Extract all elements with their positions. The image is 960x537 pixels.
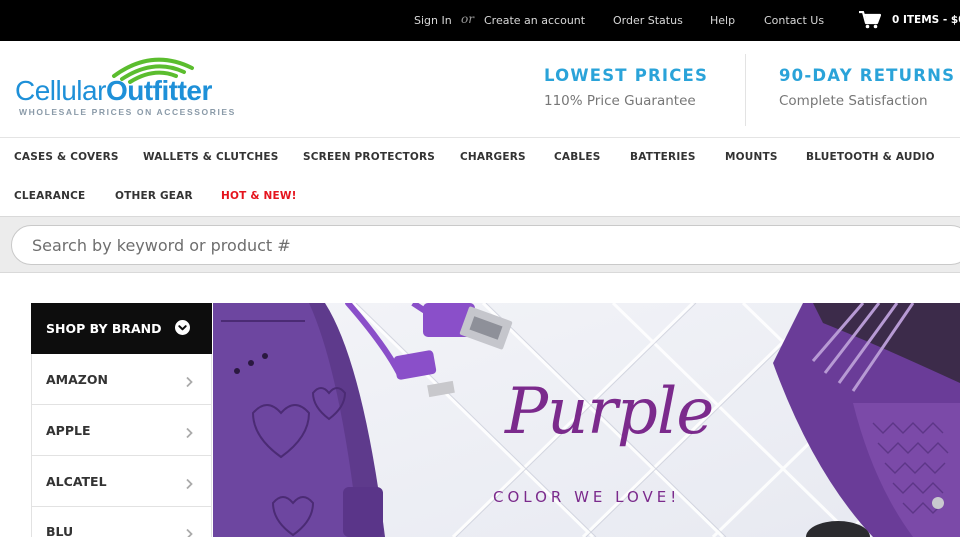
- nav-cases-covers[interactable]: CASES & COVERS: [14, 151, 119, 163]
- logo-tagline: WHOLESALE PRICES ON ACCESSORIES: [19, 107, 236, 117]
- search-box: [11, 225, 960, 265]
- top-utility-bar: Sign In or Create an account Order Statu…: [0, 0, 960, 41]
- chevron-right-icon: [184, 373, 194, 388]
- order-status-link[interactable]: Order Status: [613, 14, 683, 27]
- create-account-link[interactable]: Create an account: [484, 14, 585, 27]
- nav-screen-protectors[interactable]: SCREEN PROTECTORS: [303, 151, 435, 163]
- promo-subtitle: 110% Price Guarantee: [544, 93, 696, 109]
- promo-lowest-prices: LOWEST PRICES 110% Price Guarantee: [544, 66, 708, 109]
- site-logo[interactable]: CellularOutfitter WHOLESALE PRICES ON AC…: [14, 52, 249, 120]
- logo-word-cellular: Cellular: [15, 75, 106, 106]
- header-divider: [0, 137, 960, 138]
- nav-bluetooth-audio[interactable]: BLUETOOTH & AUDIO: [806, 151, 935, 163]
- brand-item-amazon[interactable]: AMAZON: [31, 354, 212, 405]
- nav-clearance[interactable]: CLEARANCE: [14, 190, 85, 202]
- promo-divider: [745, 54, 746, 126]
- promo-returns: 90-DAY RETURNS Complete Satisfaction: [779, 66, 955, 109]
- chevron-down-circle-icon: [175, 320, 190, 335]
- shop-by-brand-toggle[interactable]: SHOP BY BRAND: [31, 303, 212, 354]
- shop-by-brand-label: SHOP BY BRAND: [46, 321, 162, 336]
- banner-subline: COLOR WE LOVE!: [493, 488, 681, 506]
- search-bar-band: [0, 216, 960, 273]
- brand-item-blu[interactable]: BLU: [31, 507, 212, 537]
- help-link[interactable]: Help: [710, 14, 735, 27]
- nav-hot-new[interactable]: HOT & NEW!: [221, 190, 297, 202]
- banner-headline: Purple: [505, 375, 714, 449]
- chevron-right-icon: [184, 475, 194, 490]
- or-separator: or: [461, 12, 474, 26]
- nav-mounts[interactable]: MOUNTS: [725, 151, 778, 163]
- cart-summary[interactable]: 0 ITEMS - $0: [892, 14, 960, 26]
- logo-word-outfitter: Outfitter: [105, 75, 212, 106]
- chevron-right-icon: [184, 424, 194, 439]
- logo-wordmark: CellularOutfitter: [15, 76, 212, 106]
- shop-by-brand-menu: SHOP BY BRAND AMAZON APPLE ALCATEL BLU: [31, 303, 212, 537]
- brand-item-apple[interactable]: APPLE: [31, 405, 212, 456]
- promo-title: 90-DAY RETURNS: [779, 66, 956, 85]
- nav-batteries[interactable]: BATTERIES: [630, 151, 696, 163]
- shopping-cart-icon[interactable]: [859, 10, 882, 29]
- brand-item-label: AMAZON: [46, 372, 108, 387]
- hero-banner[interactable]: Purple COLOR WE LOVE!: [213, 303, 960, 537]
- brand-item-alcatel[interactable]: ALCATEL: [31, 456, 212, 507]
- nav-other-gear[interactable]: OTHER GEAR: [115, 190, 193, 202]
- nav-cables[interactable]: CABLES: [554, 151, 600, 163]
- brand-item-label: APPLE: [46, 423, 91, 438]
- search-input[interactable]: [32, 233, 932, 257]
- sign-in-link[interactable]: Sign In: [414, 14, 452, 27]
- chevron-right-icon: [184, 525, 194, 537]
- contact-us-link[interactable]: Contact Us: [764, 14, 824, 27]
- nav-wallets-clutches[interactable]: WALLETS & CLUTCHES: [143, 151, 279, 163]
- promo-title: LOWEST PRICES: [544, 66, 709, 85]
- nav-chargers[interactable]: CHARGERS: [460, 151, 526, 163]
- promo-subtitle: Complete Satisfaction: [779, 93, 928, 109]
- brand-item-label: BLU: [46, 524, 74, 537]
- brand-item-label: ALCATEL: [46, 474, 107, 489]
